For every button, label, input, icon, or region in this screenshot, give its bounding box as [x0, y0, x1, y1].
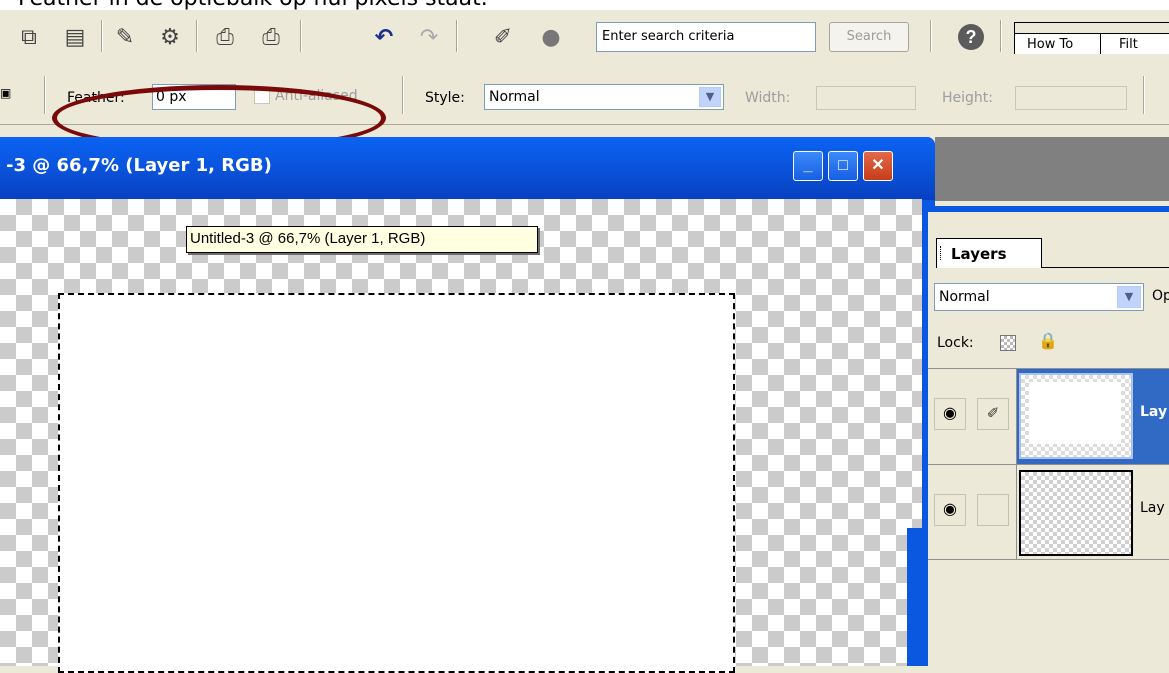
- toolbar-separator: [456, 20, 458, 52]
- workspace-background: [935, 137, 1169, 201]
- options-separator: [402, 76, 404, 114]
- eye-icon[interactable]: ◉: [934, 398, 966, 430]
- tab-divider: [1042, 267, 1169, 268]
- toolbar-separator: [1000, 20, 1002, 52]
- blend-mode-value: Normal: [939, 289, 990, 305]
- search-input[interactable]: Enter search criteria: [596, 22, 816, 52]
- row-divider: [1016, 464, 1017, 560]
- row-divider: [1016, 368, 1017, 464]
- style-select-value: Normal: [489, 89, 540, 105]
- tab-grip-icon: [940, 246, 944, 260]
- brush-icon[interactable]: ✐: [977, 398, 1009, 430]
- lock-transparency-icon[interactable]: [1000, 335, 1016, 351]
- spheres-icon[interactable]: ●: [536, 22, 566, 52]
- layer-name[interactable]: Lay: [1140, 404, 1169, 420]
- tab-how-to[interactable]: How To: [1014, 33, 1102, 54]
- feather-label: Feather:: [67, 90, 125, 106]
- style-label: Style:: [425, 90, 465, 106]
- tab-layers[interactable]: Layers: [936, 238, 1042, 268]
- brush-icon[interactable]: ✐: [488, 22, 518, 52]
- feather-input[interactable]: 0 px: [152, 84, 236, 110]
- chevron-down-icon[interactable]: ▼: [1117, 286, 1141, 308]
- layer-thumbnail[interactable]: [1019, 470, 1133, 556]
- tool-preset-icon[interactable]: ▣: [0, 86, 14, 104]
- toolbar-separator: [101, 20, 103, 52]
- toolbar-separator: [300, 20, 302, 52]
- eye-icon[interactable]: ◉: [934, 494, 966, 526]
- search-button[interactable]: Search: [829, 22, 909, 52]
- print-options-icon[interactable]: ⚙: [155, 22, 185, 52]
- opacity-label: Op: [1152, 288, 1169, 304]
- print-one-copy-icon[interactable]: ⎙: [256, 22, 286, 52]
- width-label: Width:: [745, 90, 791, 106]
- pdf-icon[interactable]: ▤: [60, 22, 90, 52]
- chevron-down-icon[interactable]: ▼: [699, 87, 721, 107]
- toolbar-separator: [930, 20, 932, 52]
- print-icon[interactable]: ⎙: [210, 22, 240, 52]
- antialias-label: Anti-aliased: [275, 88, 358, 104]
- layer-name[interactable]: Lay: [1140, 500, 1169, 516]
- antialias-checkbox[interactable]: [254, 88, 270, 104]
- minimize-button[interactable]: _: [793, 151, 823, 181]
- blend-mode-select[interactable]: Normal ▼: [934, 283, 1144, 311]
- options-separator: [1143, 76, 1145, 114]
- maximize-button[interactable]: □: [828, 151, 858, 181]
- undo-icon[interactable]: ↶: [369, 22, 399, 52]
- marquee-selection[interactable]: [58, 293, 735, 673]
- height-input[interactable]: [1015, 86, 1127, 110]
- tab-filter[interactable]: Filt: [1100, 33, 1169, 54]
- lock-label: Lock:: [937, 335, 974, 351]
- close-button[interactable]: ✕: [863, 151, 893, 181]
- width-input[interactable]: [816, 86, 916, 110]
- redo-icon[interactable]: ↷: [414, 22, 444, 52]
- link-cell[interactable]: [977, 494, 1009, 526]
- document-tooltip: Untitled-3 @ 66,7% (Layer 1, RGB): [186, 226, 538, 253]
- scan-icon[interactable]: ✎: [110, 22, 140, 52]
- document-title: -3 @ 66,7% (Layer 1, RGB): [6, 155, 272, 176]
- options-separator: [44, 76, 46, 114]
- file-browser-icon[interactable]: ⧉: [14, 22, 44, 52]
- style-select[interactable]: Normal ▼: [484, 84, 724, 110]
- height-label: Height:: [942, 90, 993, 106]
- toolbar-separator: [196, 20, 198, 52]
- lock-icon[interactable]: 🔒: [1038, 331, 1058, 351]
- layer-thumbnail-content: [1029, 382, 1121, 444]
- help-icon[interactable]: ?: [958, 24, 984, 50]
- caption-text: Feather in de optiebalk op nul pixels st…: [0, 0, 1169, 10]
